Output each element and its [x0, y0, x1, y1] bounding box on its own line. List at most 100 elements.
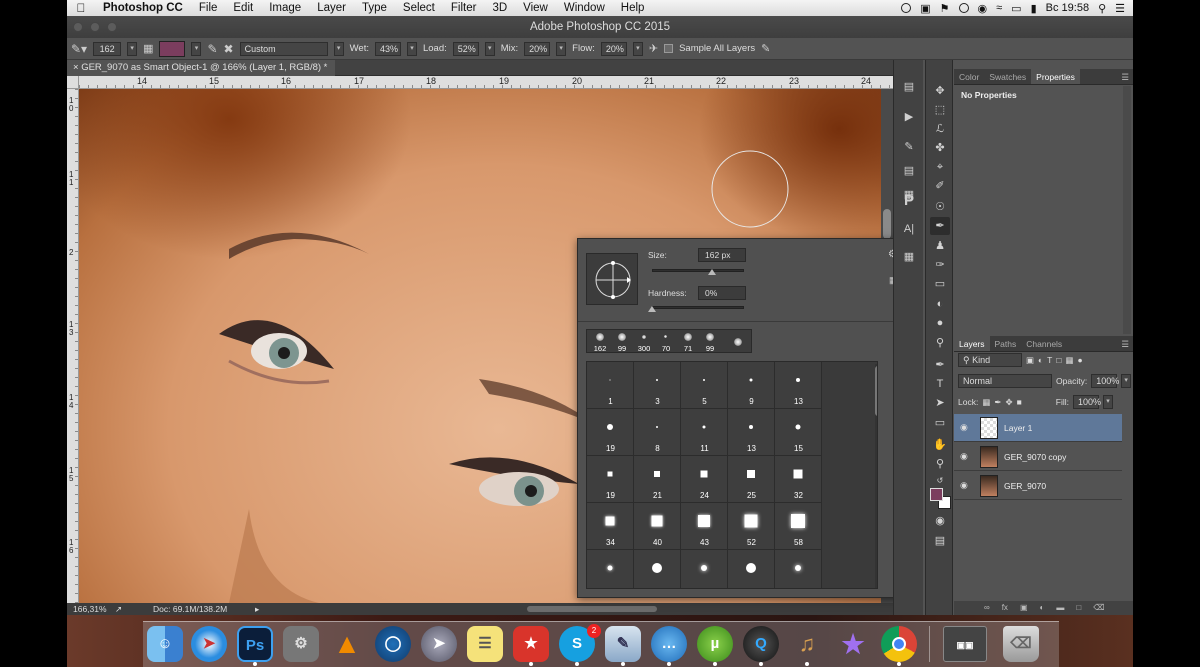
chrome-icon[interactable] [881, 626, 917, 662]
close-button[interactable] [73, 22, 83, 32]
launchpad-icon[interactable]: ➤ [421, 626, 457, 662]
flow-input[interactable]: 20% [600, 41, 627, 56]
brush-panel-icon[interactable]: ▦ [143, 42, 153, 55]
mode-select[interactable]: Custom [239, 41, 328, 56]
brush-preset[interactable]: 3 [634, 362, 681, 409]
trash-icon[interactable]: ⌫ [1003, 626, 1039, 662]
adjustment-layer-icon[interactable]: ◐ [1040, 601, 1045, 615]
actions-play-icon[interactable]: ▶ [899, 108, 919, 126]
brush-preset[interactable]: 1 [587, 362, 634, 409]
size-slider-knob[interactable] [708, 269, 716, 275]
lock-transparent-icon[interactable]: ▦ [982, 397, 990, 408]
horizontal-scroll-thumb[interactable] [527, 606, 657, 612]
bell-icon[interactable]: ⚑ [940, 2, 950, 15]
add-mask-icon[interactable]: ▣ [1020, 601, 1028, 615]
wet-input[interactable]: 43% [374, 41, 401, 56]
brush-color-swatch[interactable] [159, 40, 186, 57]
brush-preset[interactable]: 52 [728, 503, 775, 550]
visibility-eye-icon[interactable]: ◉ [960, 422, 972, 434]
marquee-tool-icon[interactable]: ⬚ [930, 101, 950, 119]
type-tool-icon[interactable]: T [930, 375, 950, 393]
recent-brush[interactable]: 70 [655, 330, 677, 354]
brush-panel-icon[interactable]: ▤ [899, 162, 919, 180]
fill-dropdown[interactable]: ▾ [1102, 395, 1113, 409]
menu-layer[interactable]: Layer [309, 2, 354, 14]
brush-tip-preview[interactable] [586, 253, 638, 305]
blur-tool-icon[interactable]: ● [930, 314, 950, 332]
brush-color-dropdown[interactable]: ▾ [191, 41, 202, 56]
media-icon[interactable]: ◉ [978, 2, 988, 15]
recent-brush[interactable]: 300 [633, 330, 655, 354]
app-menu[interactable]: Photoshop CC [95, 2, 191, 14]
crop-tool-icon[interactable]: ⌖ [930, 158, 950, 176]
healing-brush-tool-icon[interactable]: ☉ [930, 198, 950, 216]
wet-dropdown[interactable]: ▾ [406, 41, 417, 56]
zoom-level[interactable]: 166,31% [73, 603, 107, 615]
brush-preset[interactable]: 43 [681, 503, 728, 550]
tab-paths[interactable]: Paths [990, 336, 1022, 351]
apple-menu-icon[interactable]:  [67, 1, 95, 15]
photoshop-icon[interactable]: Ps [237, 626, 273, 662]
recent-brush[interactable]: 71 [677, 330, 699, 354]
vlc-icon[interactable]: ▲ [329, 626, 365, 662]
brush-preset[interactable]: 32 [775, 456, 822, 503]
new-layer-icon[interactable]: □ [1076, 601, 1081, 615]
load-brush-icon[interactable]: ✎ [207, 42, 217, 56]
filter-shape-icon[interactable]: □ [1056, 355, 1061, 365]
panel-icon[interactable]: ▦ [899, 248, 919, 266]
brush-preset[interactable] [775, 550, 822, 588]
path-selection-tool-icon[interactable]: ➤ [930, 394, 950, 412]
document-tab[interactable]: × GER_9070 as Smart Object-1 @ 166% (Lay… [67, 60, 335, 76]
hardness-slider[interactable] [652, 306, 744, 309]
size-slider[interactable] [652, 269, 744, 272]
battery-icon[interactable]: ▭ [1011, 2, 1021, 15]
filter-adjustment-icon[interactable]: ◐ [1038, 355, 1043, 365]
link-layers-icon[interactable]: ∞ [984, 601, 990, 615]
brush-preset[interactable]: 19 [587, 456, 634, 503]
opacity-input[interactable]: 100% [1091, 374, 1119, 388]
load-dropdown[interactable]: ▾ [484, 41, 495, 56]
minimize-button[interactable] [90, 22, 100, 32]
menu-edit[interactable]: Edit [225, 2, 261, 14]
brush-size-box[interactable]: 162 [93, 41, 122, 56]
brush-preset[interactable] [728, 550, 775, 588]
tab-properties[interactable]: Properties [1031, 69, 1080, 84]
tab-swatches[interactable]: Swatches [984, 69, 1031, 84]
menu-type[interactable]: Type [354, 2, 395, 14]
hand-tool-icon[interactable]: ✋ [930, 436, 950, 454]
filter-smart-icon[interactable]: ▦ [1066, 355, 1074, 366]
dodge-tool-icon[interactable]: ⚲ [930, 334, 950, 352]
brush-preset[interactable]: 25 [728, 456, 775, 503]
brush-preset[interactable]: 9 [728, 362, 775, 409]
panel-menu-icon[interactable]: ☰ [1121, 69, 1133, 84]
brush-preset[interactable] [634, 550, 681, 588]
logic-guitar-icon[interactable]: ♫ [789, 626, 825, 662]
tool-presets-icon[interactable]: ✎ [899, 138, 919, 156]
tool-preset-icon[interactable]: ✎▾ [71, 42, 87, 56]
paint-bucket-tool-icon[interactable]: ◐ [930, 295, 950, 313]
character-icon[interactable]: A| [899, 220, 919, 238]
mix-dropdown[interactable]: ▾ [556, 41, 567, 56]
quicktime-icon[interactable]: Q [743, 626, 779, 662]
brush-preset[interactable]: 40 [634, 503, 681, 550]
brush-preset[interactable]: 15 [775, 409, 822, 456]
airbrush-icon[interactable]: ✈ [649, 42, 658, 55]
status-menu-arrow[interactable]: ▸ [255, 603, 259, 615]
screen-mode-icon[interactable]: ▤ [930, 532, 950, 550]
ruler-corner[interactable] [67, 76, 79, 89]
visibility-eye-icon[interactable]: ◉ [960, 480, 972, 492]
share-icon[interactable]: ↗ [115, 603, 122, 615]
load-input[interactable]: 52% [452, 41, 479, 56]
fill-input[interactable]: 100% [1072, 395, 1101, 409]
foreground-color-swatch[interactable] [930, 488, 943, 501]
wifi-icon[interactable]: ≈ [996, 2, 1002, 14]
brush-preset[interactable] [681, 550, 728, 588]
menu-help[interactable]: Help [613, 2, 653, 14]
safari-icon[interactable]: ➤ [191, 626, 227, 662]
layer-style-icon[interactable]: fx [1002, 601, 1008, 615]
brush-preset[interactable]: 19 [587, 409, 634, 456]
wunderlist-icon[interactable]: ★ [513, 626, 549, 662]
kind-filter-select[interactable]: ⚲ Kind [958, 353, 1022, 367]
filter-type-icon[interactable]: T [1047, 355, 1052, 365]
opacity-dropdown[interactable]: ▾ [1121, 374, 1132, 388]
